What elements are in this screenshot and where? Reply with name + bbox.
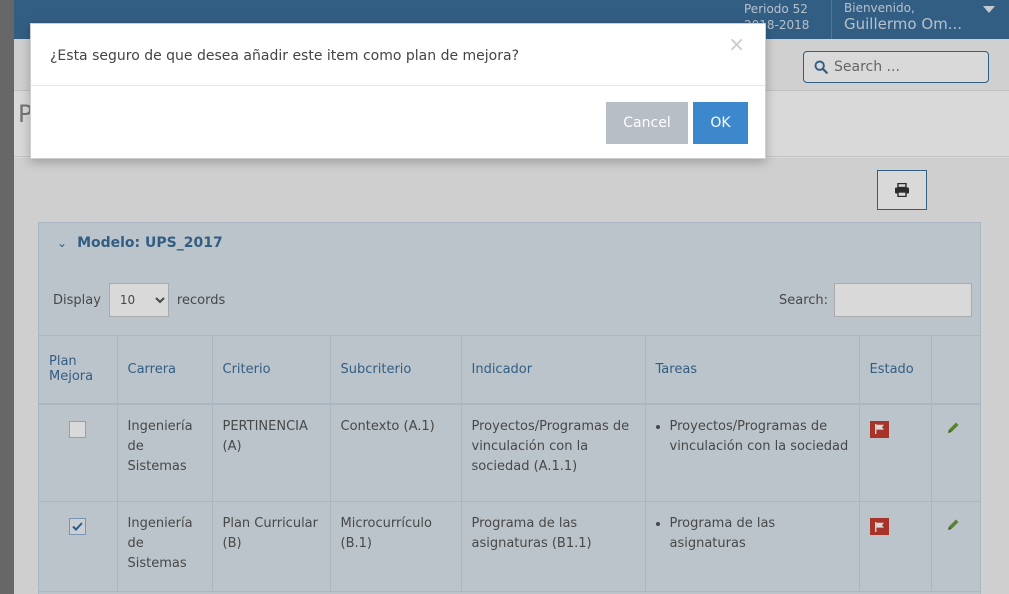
- ok-button[interactable]: OK: [693, 102, 748, 144]
- cancel-button[interactable]: Cancel: [606, 102, 688, 144]
- confirm-dialog: ¿Esta seguro de que desea añadir este it…: [30, 23, 766, 159]
- dialog-message: ¿Esta seguro de que desea añadir este it…: [50, 48, 519, 64]
- dialog-header: ¿Esta seguro de que desea añadir este it…: [31, 24, 765, 86]
- close-icon[interactable]: ×: [728, 34, 745, 54]
